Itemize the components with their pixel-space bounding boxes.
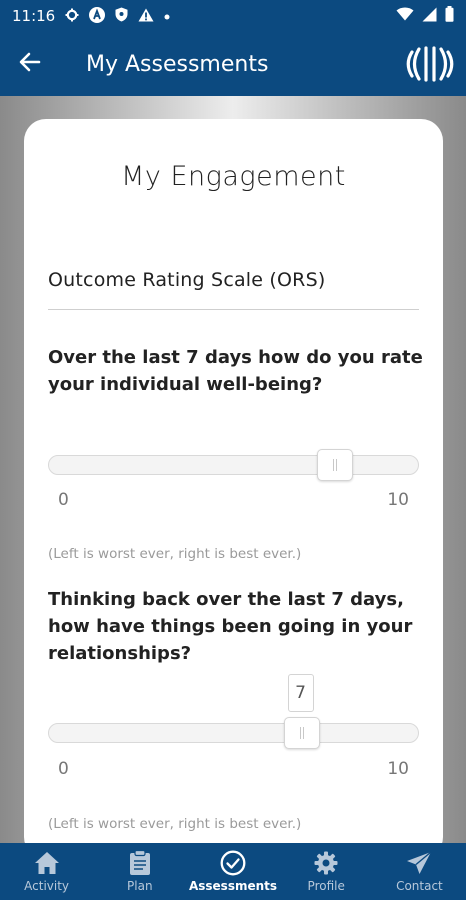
nav-item-contact[interactable]: Contact [373, 843, 466, 900]
page-title: My Assessments [86, 51, 269, 77]
status-time: 11:16 [12, 7, 56, 25]
nav-item-assessments[interactable]: Assessments [186, 843, 279, 900]
nav-label: Plan [127, 879, 153, 893]
slider-min-label: 0 [58, 490, 69, 510]
wave-logo-icon [404, 44, 456, 84]
signal-icon [422, 7, 437, 26]
assessment-card: My Engagement Outcome Rating Scale (ORS)… [24, 119, 443, 859]
gear-icon [314, 850, 338, 876]
nav-label: Assessments [188, 879, 278, 893]
slider-max-label: 10 [387, 490, 409, 510]
nav-label: Profile [307, 879, 345, 893]
well-being-slider[interactable] [48, 449, 419, 481]
slider-hint: (Left is worst ever, right is best ever.… [48, 546, 302, 562]
slider-min-label: 0 [58, 759, 69, 779]
clipboard-icon [129, 850, 151, 876]
arrow-left-icon [19, 52, 41, 76]
dot-icon [164, 9, 170, 23]
question-well-being: Over the last 7 days how do you rate you… [48, 347, 423, 395]
shield-icon [115, 7, 128, 25]
gear-icon [65, 8, 79, 25]
section-divider [48, 309, 419, 310]
bottom-navigation: Activity Plan Assessments Profile Contac… [0, 843, 466, 900]
slider-hint: (Left is worst ever, right is best ever.… [48, 816, 302, 832]
card-title: My Engagement [121, 161, 346, 192]
app-bar: My Assessments [0, 32, 466, 96]
home-icon [34, 850, 60, 876]
section-title: Outcome Rating Scale (ORS) [48, 269, 326, 291]
warning-icon [138, 8, 154, 25]
status-bar: 11:16 [0, 0, 466, 32]
relationships-slider-thumb[interactable] [283, 717, 320, 749]
slider-max-label: 10 [387, 759, 409, 779]
nav-label: Activity [24, 879, 70, 893]
nav-item-plan[interactable]: Plan [93, 843, 186, 900]
nav-item-activity[interactable]: Activity [0, 843, 93, 900]
wifi-icon [396, 7, 414, 25]
well-being-slider-thumb[interactable] [317, 449, 353, 481]
battery-icon [445, 6, 454, 26]
a-badge-icon [89, 6, 106, 26]
nav-label: Contact [396, 879, 443, 893]
send-icon [406, 850, 432, 876]
relationships-slider[interactable] [48, 717, 419, 749]
check-circle-icon [220, 850, 246, 876]
back-button[interactable] [0, 32, 60, 96]
slider-value-bubble: 7 [287, 674, 314, 712]
nav-item-profile[interactable]: Profile [280, 843, 373, 900]
question-relationships: Thinking back over the last 7 days, how … [48, 589, 413, 664]
